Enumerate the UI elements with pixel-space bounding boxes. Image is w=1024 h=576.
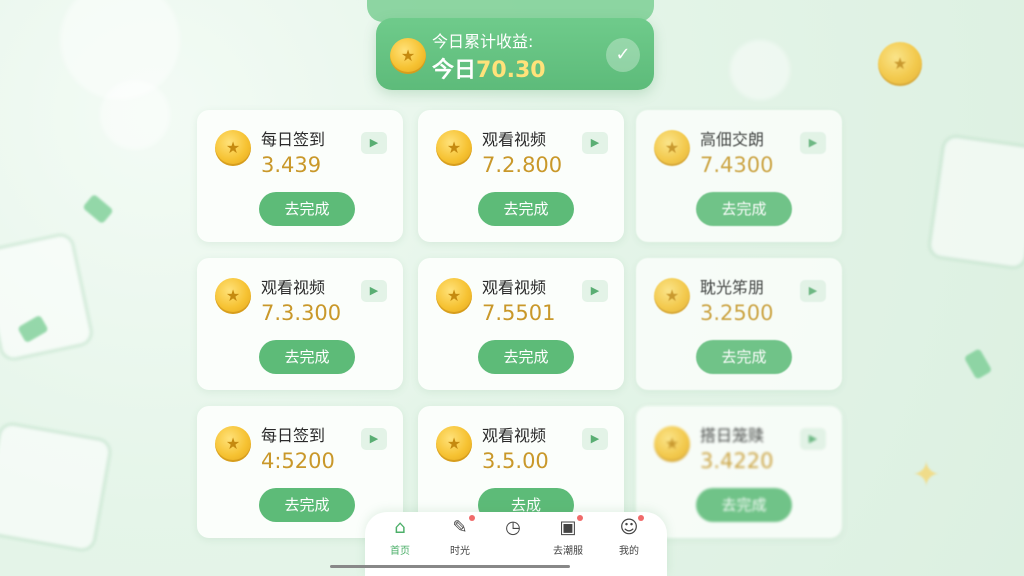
task-title: 观看视频 (482, 278, 547, 297)
task-title: 搭日笼赎 (700, 426, 765, 445)
bg-calendar-icon (926, 133, 1024, 271)
task-title: 每日签到 (261, 426, 326, 445)
task-title: 耽光笫朋 (700, 278, 765, 297)
nav-item-clock[interactable]: ◷ (485, 518, 541, 542)
coin-icon: ★ (215, 426, 251, 462)
bg-leaf-icon (963, 348, 993, 380)
notification-dot (577, 515, 583, 521)
go-complete-button[interactable]: 去完成 (478, 340, 574, 374)
bg-bubble (730, 40, 790, 100)
clock-icon: ◷ (505, 517, 521, 538)
task-reward: 3.4220 (700, 449, 774, 473)
coin-icon: ★ (390, 38, 426, 74)
task-reward: 7.5501 (482, 301, 556, 325)
coin-icon: ★ (654, 426, 690, 462)
bg-calendar-icon (0, 231, 95, 363)
play-icon[interactable]: ▶ (582, 280, 608, 302)
bg-star-icon: ✦ (912, 455, 941, 495)
summary-value-amount: 70.30 (476, 58, 546, 83)
task-card: ★ 观看视频 7.2.800 ▶ 去完成 (418, 110, 624, 242)
go-complete-button[interactable]: 去完成 (696, 340, 792, 374)
task-reward: 7.3.300 (261, 301, 342, 325)
go-complete-button[interactable]: 去完成 (478, 192, 574, 226)
notification-dot (638, 515, 644, 521)
go-complete-button[interactable]: 去完成 (259, 488, 355, 522)
play-icon[interactable]: ▶ (361, 428, 387, 450)
edit-icon: ✎ (450, 515, 475, 538)
user-icon: ☺ (619, 515, 644, 538)
play-icon[interactable]: ▶ (361, 132, 387, 154)
task-card: ★ 观看视频 7.3.300 ▶ 去完成 (197, 258, 403, 390)
task-card: ★ 高佃交朗 7.4300 ▶ 去完成 (636, 110, 842, 242)
go-complete-button[interactable]: 去完成 (259, 192, 355, 226)
bg-coin-icon: ★ (878, 42, 922, 86)
bg-calendar-icon (0, 420, 114, 554)
play-icon[interactable]: ▶ (361, 280, 387, 302)
summary-title: 今日累计收益: (432, 32, 534, 51)
task-title: 每日签到 (261, 130, 326, 149)
nav-label: 我的 (619, 546, 639, 557)
earnings-summary-card: ★ 今日累计收益: 今日70.30 ✓ (376, 18, 654, 90)
play-icon[interactable]: ▶ (800, 280, 826, 302)
go-complete-button[interactable]: 去完成 (696, 488, 792, 522)
bg-bubble (100, 80, 170, 150)
task-card: ★ 搭日笼赎 3.4220 ▶ 去完成 (636, 406, 842, 538)
task-reward: 3.439 (261, 153, 322, 177)
nav-item-closet[interactable]: ▣ 去潮服 (540, 515, 596, 557)
task-title: 观看视频 (261, 278, 326, 297)
coin-icon: ★ (654, 130, 690, 166)
coin-icon: ★ (436, 130, 472, 166)
task-reward: 4:5200 (261, 449, 335, 473)
task-card: ★ 耽光笫朋 3.2500 ▶ 去完成 (636, 258, 842, 390)
nav-label: 首页 (390, 546, 410, 557)
task-reward: 3.5.00 (482, 449, 549, 473)
check-icon[interactable]: ✓ (606, 38, 640, 72)
summary-value-prefix: 今日 (432, 58, 477, 83)
coin-icon: ★ (215, 278, 251, 314)
play-icon[interactable]: ▶ (800, 132, 826, 154)
task-reward: 3.2500 (700, 301, 774, 325)
nav-item-time[interactable]: ✎ 时光 (432, 515, 488, 557)
home-indicator (330, 565, 570, 568)
nav-item-home[interactable]: ⌂ 首页 (372, 517, 428, 558)
coin-icon: ★ (436, 278, 472, 314)
home-icon: ⌂ (394, 517, 406, 538)
task-reward: 7.2.800 (482, 153, 563, 177)
play-icon[interactable]: ▶ (800, 428, 826, 450)
task-reward: 7.4300 (700, 153, 774, 177)
go-complete-button[interactable]: 去完成 (696, 192, 792, 226)
nav-item-profile[interactable]: ☺ 我的 (601, 515, 657, 557)
play-icon[interactable]: ▶ (582, 428, 608, 450)
task-title: 观看视频 (482, 426, 547, 445)
coin-icon: ★ (215, 130, 251, 166)
go-complete-button[interactable]: 去完成 (259, 340, 355, 374)
notification-dot (469, 515, 475, 521)
nav-label: 时光 (450, 546, 470, 557)
coin-icon: ★ (436, 426, 472, 462)
image-icon: ▣ (558, 515, 583, 538)
coin-icon: ★ (654, 278, 690, 314)
task-title: 高佃交朗 (700, 130, 765, 149)
nav-label: 去潮服 (553, 546, 583, 557)
task-card: ★ 观看视频 7.5501 ▶ 去完成 (418, 258, 624, 390)
task-card: ★ 每日签到 3.439 ▶ 去完成 (197, 110, 403, 242)
task-title: 观看视频 (482, 130, 547, 149)
summary-value: 今日70.30 (432, 52, 546, 84)
bg-leaf-icon (82, 193, 114, 225)
play-icon[interactable]: ▶ (582, 132, 608, 154)
